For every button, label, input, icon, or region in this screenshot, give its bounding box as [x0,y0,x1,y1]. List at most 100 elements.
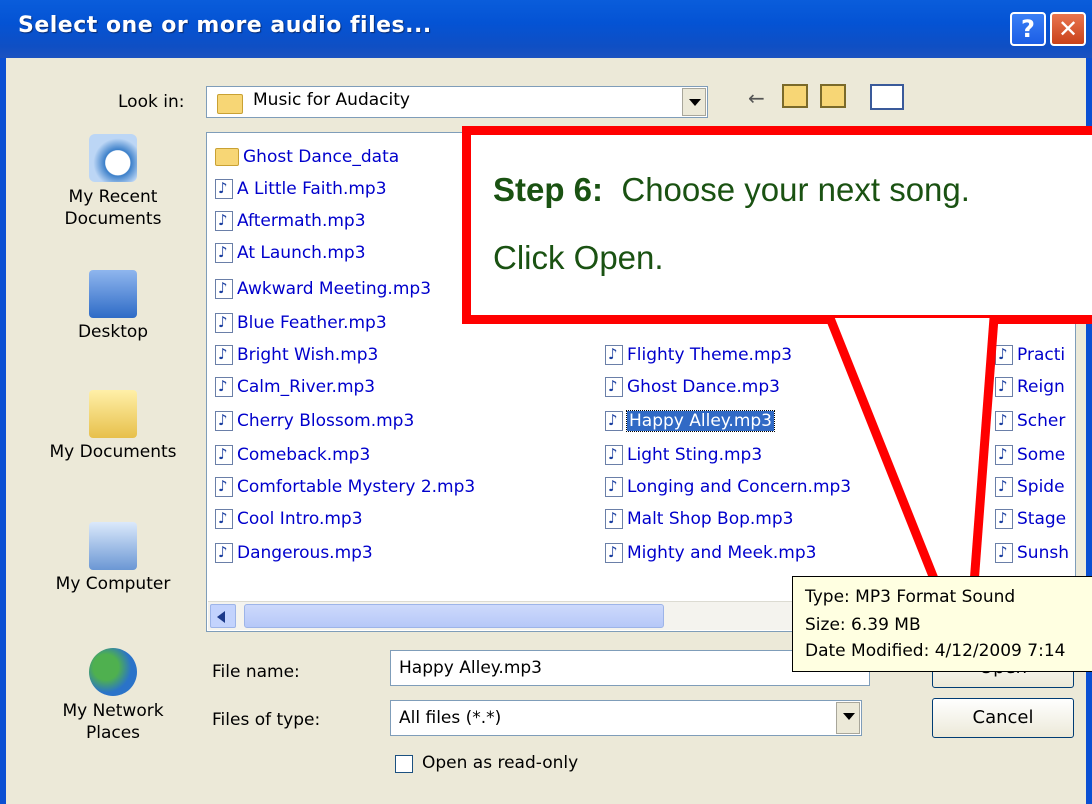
audio-file-icon [605,445,623,465]
audio-file-icon [215,543,233,563]
audio-file-icon [995,477,1013,497]
filetype-dropdown[interactable]: All files (*.*) [390,700,862,736]
list-item[interactable]: Sunsh [995,543,1069,569]
new-folder-icon[interactable] [820,84,846,108]
place-label: My Documents [49,442,177,462]
list-item[interactable]: Awkward Meeting.mp3 [215,279,431,305]
filename-label: File name: [212,662,300,682]
readonly-label: Open as read-only [422,753,579,773]
window-title: Select one or more audio files... [18,13,432,38]
list-item[interactable]: Reign [995,377,1065,403]
list-item[interactable]: Aftermath.mp3 [215,211,366,237]
audio-file-icon [215,509,233,529]
desktop-icon [89,270,137,318]
close-button[interactable]: ✕ [1050,12,1086,46]
scrollbar-thumb[interactable] [244,604,664,628]
place-my-recent-documents[interactable]: My Recent Documents [28,134,198,230]
list-item[interactable]: Flighty Theme.mp3 [605,345,792,371]
readonly-checkbox[interactable] [395,755,413,773]
lookin-dropdown[interactable]: Music for Audacity [206,86,708,118]
list-item[interactable]: A Little Faith.mp3 [215,179,387,205]
list-item[interactable]: Mighty and Meek.mp3 [605,543,816,569]
place-desktop[interactable]: Desktop [28,270,198,342]
folder-icon [215,148,239,166]
list-item[interactable]: Cool Intro.mp3 [215,509,363,535]
file-tooltip: Type: MP3 Format Sound Size: 6.39 MB Dat… [792,576,1092,672]
network-icon [89,648,137,696]
filetype-label: Files of type: [212,710,321,730]
tooltip-modified: Date Modified: 4/12/2009 7:14 [805,641,1066,661]
callout-line-1: Step 6: Choose your next song. [493,171,970,209]
list-item[interactable]: Spide [995,477,1065,503]
list-item[interactable]: Light Sting.mp3 [605,445,762,471]
list-item-selected[interactable]: Happy Alley.mp3 [605,410,775,437]
filetype-value: All files (*.*) [399,708,502,728]
audio-file-icon [605,411,623,431]
audio-file-icon [215,243,233,263]
window-frame-left [0,58,6,804]
up-folder-icon[interactable] [782,84,808,108]
audio-file-icon [995,543,1013,563]
place-label: My Computer [55,574,171,594]
place-my-computer[interactable]: My Computer [28,522,198,594]
list-item[interactable]: Comeback.mp3 [215,445,370,471]
callout-text-2: Click Open. [493,239,664,276]
audio-file-icon [215,211,233,231]
list-item[interactable]: Bright Wish.mp3 [215,345,378,371]
place-label: My Network Places [62,701,164,743]
callout-step: Step 6: [493,171,604,208]
list-item[interactable]: Scher [995,411,1065,437]
list-item[interactable]: Malt Shop Bop.mp3 [605,509,793,535]
place-my-network-places[interactable]: My Network Places [28,648,198,744]
list-item[interactable]: Practi [995,345,1065,371]
audio-file-icon [995,345,1013,365]
list-item[interactable]: Ghost Dance.mp3 [605,377,780,403]
list-item[interactable]: Cherry Blossom.mp3 [215,411,414,437]
place-my-documents[interactable]: My Documents [28,390,198,462]
audio-file-icon [215,279,233,299]
cancel-button[interactable]: Cancel [932,698,1074,738]
audio-file-icon [215,377,233,397]
audio-file-icon [995,509,1013,529]
instruction-callout: Step 6: Choose your next song. Click Ope… [462,126,1092,324]
audio-file-icon [215,445,233,465]
audio-file-icon [995,411,1013,431]
list-item[interactable]: Some [995,445,1065,471]
chevron-down-icon[interactable] [682,88,706,116]
audio-file-icon [605,477,623,497]
recent-documents-icon [89,134,137,182]
view-menu-icon[interactable] [870,84,904,110]
tooltip-type: Type: MP3 Format Sound [805,587,1016,607]
lookin-label: Look in: [118,92,185,112]
filename-value: Happy Alley.mp3 [399,658,542,678]
chevron-down-icon[interactable] [836,702,860,734]
list-item[interactable]: Calm_River.mp3 [215,377,375,403]
list-item[interactable]: Ghost Dance_data [215,147,399,173]
audio-file-icon [215,411,233,431]
list-item[interactable]: Blue Feather.mp3 [215,313,387,339]
help-button[interactable]: ? [1010,12,1046,46]
place-label: My Recent Documents [64,187,162,229]
back-icon[interactable]: ← [748,86,765,110]
tooltip-size: Size: 6.39 MB [805,615,921,635]
audio-file-icon [605,377,623,397]
callout-text-1: Choose your next song. [621,171,970,208]
audio-file-icon [215,179,233,199]
audio-file-icon [605,345,623,365]
my-documents-icon [89,390,137,438]
audio-file-icon [215,345,233,365]
place-label: Desktop [77,322,149,342]
list-item[interactable]: At Launch.mp3 [215,243,366,269]
audio-file-icon [605,509,623,529]
audio-file-icon [995,445,1013,465]
audio-file-icon [995,377,1013,397]
scroll-left-icon[interactable] [210,604,236,628]
audio-file-icon [215,313,233,333]
title-bar: Select one or more audio files... ? ✕ [0,0,1092,58]
audio-file-icon [605,543,623,563]
lookin-value: Music for Audacity [253,90,410,110]
list-item[interactable]: Stage [995,509,1066,535]
list-item[interactable]: Dangerous.mp3 [215,543,373,569]
list-item[interactable]: Longing and Concern.mp3 [605,477,851,503]
list-item[interactable]: Comfortable Mystery 2.mp3 [215,477,475,503]
